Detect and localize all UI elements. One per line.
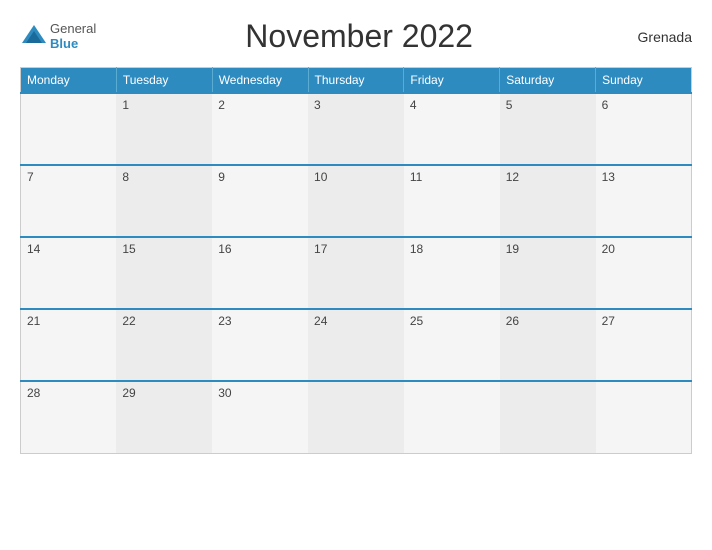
calendar-cell: 23 [212,309,308,381]
calendar-cell: 19 [500,237,596,309]
calendar-page: General Blue November 2022 Grenada Monda… [0,0,712,550]
calendar-cell: 14 [21,237,117,309]
day-number: 19 [506,242,519,256]
day-number: 12 [506,170,519,184]
calendar-cell: 1 [116,93,212,165]
calendar-week-row: 28 29 30 [21,381,692,453]
calendar-cell: 5 [500,93,596,165]
day-number: 10 [314,170,327,184]
day-number: 14 [27,242,40,256]
day-number: 5 [506,98,513,112]
day-number: 22 [122,314,135,328]
day-number: 29 [122,386,135,400]
calendar-cell: 12 [500,165,596,237]
calendar-header: Monday Tuesday Wednesday Thursday Friday… [21,68,692,94]
header-wednesday: Wednesday [212,68,308,94]
calendar-title: November 2022 [96,18,622,55]
calendar-cell: 13 [596,165,692,237]
day-number: 28 [27,386,40,400]
logo-blue: Blue [50,37,96,51]
calendar-body: 1234567891011121314151617181920212223242… [21,93,692,453]
country-label: Grenada [622,29,692,45]
calendar-cell [596,381,692,453]
calendar-cell [21,93,117,165]
day-number: 20 [602,242,615,256]
header-saturday: Saturday [500,68,596,94]
day-number: 4 [410,98,417,112]
calendar-cell: 26 [500,309,596,381]
calendar-cell: 17 [308,237,404,309]
calendar-cell: 25 [404,309,500,381]
day-number: 7 [27,170,34,184]
calendar-cell: 27 [596,309,692,381]
calendar-cell: 21 [21,309,117,381]
day-number: 9 [218,170,225,184]
header-tuesday: Tuesday [116,68,212,94]
day-number: 15 [122,242,135,256]
calendar-cell: 30 [212,381,308,453]
day-number: 27 [602,314,615,328]
header-friday: Friday [404,68,500,94]
day-number: 26 [506,314,519,328]
weekday-header-row: Monday Tuesday Wednesday Thursday Friday… [21,68,692,94]
calendar-week-row: 14 15 16 17 18 19 20 [21,237,692,309]
day-number: 16 [218,242,231,256]
calendar-cell: 16 [212,237,308,309]
calendar-cell: 29 [116,381,212,453]
calendar-cell: 8 [116,165,212,237]
logo-text: General Blue [50,22,96,51]
calendar-cell: 20 [596,237,692,309]
header-sunday: Sunday [596,68,692,94]
calendar-cell [404,381,500,453]
calendar-cell: 10 [308,165,404,237]
day-number: 21 [27,314,40,328]
calendar-cell: 7 [21,165,117,237]
calendar-cell: 22 [116,309,212,381]
calendar-week-row: 21 22 23 24 25 26 27 [21,309,692,381]
calendar-cell: 6 [596,93,692,165]
header-thursday: Thursday [308,68,404,94]
day-number: 6 [602,98,609,112]
logo: General Blue [20,22,96,51]
logo-icon [20,23,48,51]
calendar-cell: 28 [21,381,117,453]
calendar-cell: 11 [404,165,500,237]
day-number: 30 [218,386,231,400]
day-number: 8 [122,170,129,184]
calendar-cell: 9 [212,165,308,237]
day-number: 3 [314,98,321,112]
day-number: 18 [410,242,423,256]
day-number: 23 [218,314,231,328]
calendar-cell: 18 [404,237,500,309]
day-number: 24 [314,314,327,328]
calendar-cell: 15 [116,237,212,309]
day-number: 25 [410,314,423,328]
header: General Blue November 2022 Grenada [20,18,692,55]
calendar-cell [308,381,404,453]
logo-general: General [50,22,96,36]
calendar-week-row: 1 2 3 4 5 6 [21,93,692,165]
calendar-week-row: 7 8 9 10 11 12 13 [21,165,692,237]
day-number: 13 [602,170,615,184]
calendar-cell: 3 [308,93,404,165]
calendar-cell: 4 [404,93,500,165]
day-number: 1 [122,98,129,112]
day-number: 17 [314,242,327,256]
calendar-cell [500,381,596,453]
calendar-cell: 2 [212,93,308,165]
calendar-cell: 24 [308,309,404,381]
calendar-table: Monday Tuesday Wednesday Thursday Friday… [20,67,692,454]
day-number: 2 [218,98,225,112]
day-number: 11 [410,170,422,184]
header-monday: Monday [21,68,117,94]
